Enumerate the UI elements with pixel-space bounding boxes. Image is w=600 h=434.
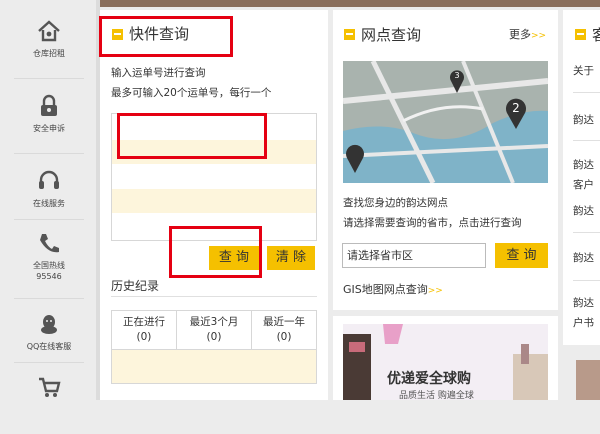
service-title: 客 [592,26,600,44]
divider [573,92,600,93]
more-arrow: >> [531,31,547,41]
sidebar-item-label: 全国热线 [33,261,65,270]
history-ongoing-count: (0) [136,331,152,343]
input-row-stripe [112,189,316,213]
sidebar-item-shop[interactable] [6,362,92,434]
cart-icon [39,377,61,397]
history-table: 正在进行 (0) 最近3个月 (0) 最近一年 (0) [111,310,317,384]
divider [573,140,600,141]
more-link-label: 更多 [509,28,531,41]
divider [573,280,600,281]
promo-headline: 优递爱全球购 [387,371,471,387]
service-link[interactable]: 韵达 [573,295,594,310]
gis-map-link-label: GIS地图网点查询 [343,283,428,296]
title-bar-icon [344,29,355,40]
history-ongoing-label: 正在进行 [122,316,165,328]
history-title: 历史纪录 [111,279,160,293]
history-row [111,349,317,384]
map-pin-icon [346,144,364,173]
sidebar: 仓库招租 安全申诉 在线服务 全国热线 95546 QQ在线客服 [0,0,96,400]
highlight-box [99,16,233,57]
sidebar-item-label: 安全申诉 [33,124,65,133]
service-link[interactable]: 韵达 [573,203,594,218]
service-link[interactable]: 韵达 [573,157,594,172]
divider [14,78,84,79]
top-banner-strip [100,0,600,7]
sidebar-item-label: QQ在线客服 [26,342,72,351]
sidebar-item-label: 仓库招租 [33,49,65,58]
service-link[interactable]: 关于 [573,63,594,78]
sidebar-item-label: 在线服务 [33,199,65,208]
outlet-map-image[interactable]: 3 2 [343,61,548,183]
gis-arrow: >> [427,286,443,296]
history-1year-label: 最近一年 [263,316,305,328]
map-marker-label: 3 [454,71,460,80]
promo-subline: 品质生活 购遍全球 [399,391,474,400]
map-marker-label: 2 [512,101,520,115]
instruction-line1: 输入运单号进行查询 [111,67,206,79]
phone-icon [40,234,59,253]
history-3months-label: 最近3个月 [189,316,239,328]
title-bar-icon [575,29,586,40]
history-3months-count: (0) [206,331,222,343]
highlight-box [169,226,262,278]
hotline-number: 95546 [36,272,62,281]
service-link[interactable]: 韵达 [573,112,594,127]
house-icon [38,20,60,42]
highlight-box [117,113,267,159]
promo-banner[interactable]: 优递爱全球购 品质生活 购遍全球 [343,324,548,400]
promo-thumbnail[interactable] [576,360,600,400]
clear-button[interactable]: 清 除 [267,246,315,270]
service-link[interactable]: 户书 [573,315,594,330]
service-link[interactable]: 客户 [573,177,594,192]
outlet-desc1: 查找您身边的韵达网点 [343,197,448,209]
history-1year-count: (0) [276,331,292,343]
province-select[interactable]: 请选择省市区 [342,243,486,268]
history-1year[interactable]: 最近一年 (0) [251,310,317,350]
instruction-line2: 最多可输入20个运单号，每行一个 [111,87,272,99]
outlet-title: 网点查询 [361,26,422,44]
divider [573,232,600,233]
more-link[interactable]: 更多>> [509,26,546,42]
sidebar-item-qq-service[interactable]: QQ在线客服 [6,299,92,371]
sidebar-item-security[interactable]: 安全申诉 [6,81,92,153]
history-3months[interactable]: 最近3个月 (0) [175,310,253,350]
lock-icon [41,94,57,116]
headset-icon [39,170,59,189]
outlet-query-button[interactable]: 查 询 [495,243,548,268]
history-ongoing[interactable]: 正在进行 (0) [111,310,177,350]
divider [14,153,84,154]
gis-map-link[interactable]: GIS地图网点查询>> [343,281,443,297]
outlet-desc2: 请选择需要查询的省市，点击进行查询 [343,217,522,229]
sidebar-item-warehouse[interactable]: 仓库招租 [6,6,92,78]
service-link[interactable]: 韵达 [573,250,594,265]
divider [111,296,317,297]
qq-icon [41,315,57,334]
sidebar-item-hotline[interactable]: 全国热线 95546 [6,218,92,290]
